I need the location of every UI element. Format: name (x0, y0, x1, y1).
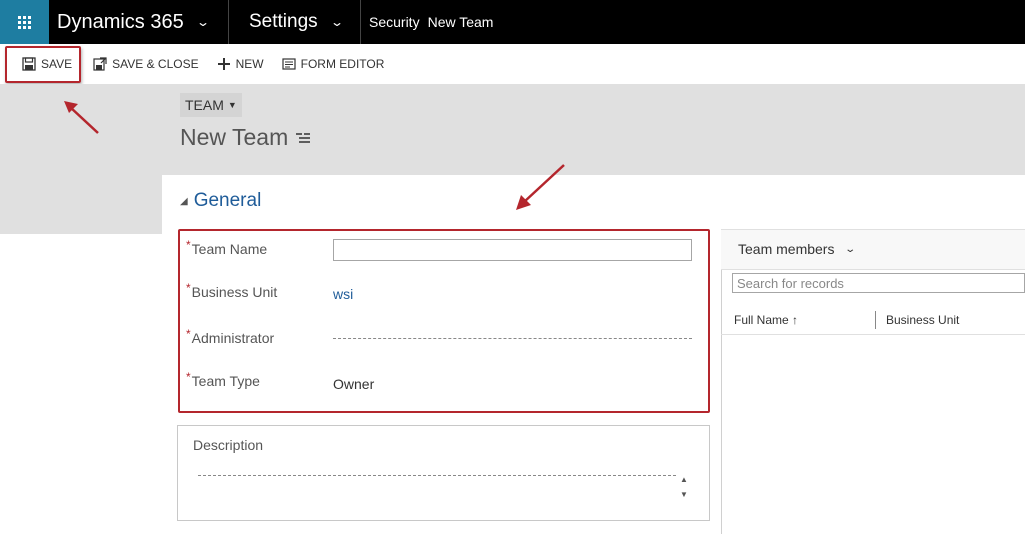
entity-selector[interactable]: TEAM ▼ (180, 93, 242, 117)
column-header-business-unit[interactable]: Business Unit (886, 313, 959, 327)
app-switcher[interactable]: Dynamics 365 ⌄ (49, 0, 229, 44)
record-title-text: New Team (180, 124, 289, 150)
save-highlight-box (5, 46, 81, 83)
business-unit-label: *Business Unit (186, 281, 278, 300)
area-title: Settings (249, 11, 318, 32)
required-marker: * (186, 238, 191, 252)
subgrid-search-placeholder: Search for records (737, 276, 844, 291)
subgrid-view-selector[interactable]: Team members ⌄ (738, 241, 857, 257)
command-bar: SAVE SAVE & CLOSE NEW FORM EDITOR (0, 44, 1025, 84)
administrator-lookup[interactable] (333, 338, 692, 339)
plus-icon (217, 58, 230, 70)
annotation-arrow (64, 101, 99, 134)
section-header-general[interactable]: ◢ General (180, 190, 261, 212)
required-marker: * (186, 327, 191, 341)
column-divider[interactable] (875, 311, 876, 329)
hamburger-icon[interactable] (296, 132, 311, 144)
top-nav-bar: Dynamics 365 ⌄ Settings ⌄ Security New T… (0, 0, 1025, 44)
business-unit-lookup[interactable]: wsi (333, 286, 353, 302)
spinner-icon[interactable]: ▲ ▼ (677, 475, 691, 499)
app-launcher-button[interactable] (0, 0, 49, 44)
waffle-icon (18, 15, 31, 29)
app-title: Dynamics 365 (57, 10, 184, 33)
breadcrumb: Security New Team (361, 14, 493, 30)
sort-up-icon: ↑ (792, 313, 799, 327)
chevron-down-icon: ⌄ (844, 243, 857, 255)
new-label: NEW (235, 57, 264, 71)
record-title: New Team (180, 124, 311, 151)
subgrid-title: Team members (738, 241, 835, 257)
form-editor-button[interactable]: FORM EDITOR (273, 44, 394, 84)
save-close-button[interactable]: SAVE & CLOSE (84, 44, 207, 84)
required-marker: * (186, 370, 191, 384)
save-close-label: SAVE & CLOSE (112, 57, 199, 71)
section-title: General (193, 190, 262, 211)
entity-label: TEAM (185, 97, 224, 113)
description-label: Description (193, 437, 264, 453)
column-header-full-name[interactable]: Full Name ↑ (734, 313, 798, 327)
breadcrumb-new-team: New Team (427, 14, 494, 30)
form-editor-label: FORM EDITOR (300, 57, 385, 71)
save-close-icon (93, 57, 107, 71)
caret-down-icon: ▼ (227, 100, 237, 110)
description-textarea[interactable] (198, 475, 676, 476)
form-editor-icon (282, 58, 296, 70)
annotation-arrow (516, 164, 565, 210)
chevron-down-icon: ⌄ (329, 15, 344, 29)
collapse-triangle-icon: ◢ (180, 195, 188, 207)
team-type-select[interactable]: Owner (333, 376, 374, 392)
new-button[interactable]: NEW (208, 44, 273, 84)
team-name-label: *Team Name (186, 238, 268, 257)
breadcrumb-security[interactable]: Security (369, 14, 420, 30)
administrator-label: *Administrator (186, 327, 275, 346)
team-name-input[interactable] (333, 239, 692, 261)
area-switcher[interactable]: Settings ⌄ (229, 0, 361, 44)
chevron-down-icon: ⌄ (195, 15, 210, 29)
required-marker: * (186, 281, 191, 295)
team-type-label: *Team Type (186, 370, 260, 389)
